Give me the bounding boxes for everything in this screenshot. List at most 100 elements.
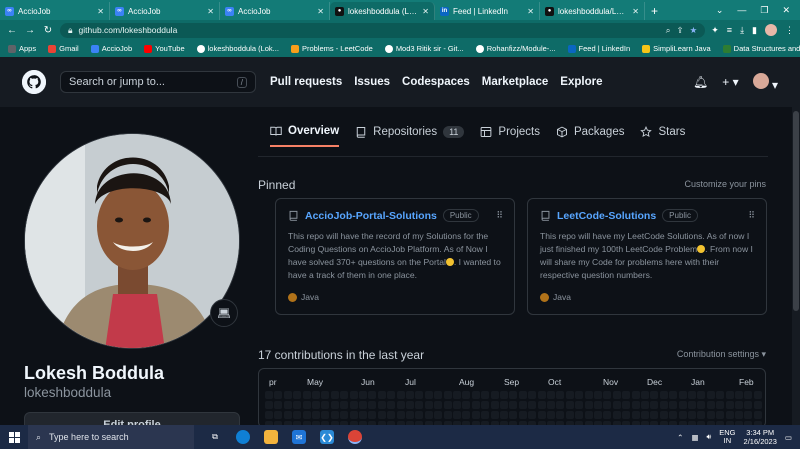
- contribution-day-cell[interactable]: [706, 391, 715, 399]
- contribution-day-cell[interactable]: [424, 401, 433, 409]
- contribution-day-cell[interactable]: [678, 411, 687, 419]
- contribution-day-cell[interactable]: [340, 411, 349, 419]
- contribution-day-cell[interactable]: [744, 391, 753, 399]
- contribution-day-cell[interactable]: [293, 391, 302, 399]
- contribution-day-cell[interactable]: [490, 411, 499, 419]
- contribution-day-cell[interactable]: [622, 391, 631, 399]
- contribution-day-cell[interactable]: [443, 391, 452, 399]
- contribution-day-cell[interactable]: [659, 401, 668, 409]
- repo-name-link[interactable]: LeetCode-Solutions: [557, 210, 656, 222]
- close-window-icon[interactable]: ✕: [782, 5, 790, 16]
- contribution-day-cell[interactable]: [744, 411, 753, 419]
- bookmark-item[interactable]: YouTube: [144, 44, 185, 53]
- contribution-day-cell[interactable]: [283, 391, 292, 399]
- contribution-day-cell[interactable]: [594, 411, 602, 419]
- contribution-day-cell[interactable]: [377, 411, 386, 419]
- contribution-day-cell[interactable]: [725, 391, 734, 399]
- contribution-day-cell[interactable]: [500, 391, 508, 399]
- contribution-day-cell[interactable]: [603, 401, 612, 409]
- forward-icon[interactable]: →: [24, 25, 36, 36]
- contribution-day-cell[interactable]: [415, 391, 424, 399]
- contribution-day-cell[interactable]: [688, 401, 696, 409]
- contribution-day-cell[interactable]: [565, 391, 574, 399]
- contribution-day-cell[interactable]: [377, 391, 386, 399]
- show-hidden-icons-icon[interactable]: ⌃: [677, 433, 683, 442]
- contribution-day-cell[interactable]: [490, 401, 499, 409]
- contribution-day-cell[interactable]: [659, 411, 668, 419]
- contribution-day-cell[interactable]: [396, 391, 405, 399]
- contribution-day-cell[interactable]: [359, 391, 367, 399]
- close-tab-icon[interactable]: ✕: [207, 7, 214, 16]
- contribution-day-cell[interactable]: [471, 411, 480, 419]
- nav-marketplace[interactable]: Marketplace: [482, 76, 548, 88]
- mail-icon[interactable]: ✉: [292, 430, 306, 444]
- nav-pull-requests[interactable]: Pull requests: [270, 76, 342, 88]
- contribution-day-cell[interactable]: [735, 401, 743, 409]
- bookmark-item[interactable]: AccioJob: [90, 44, 132, 53]
- contribution-day-cell[interactable]: [406, 411, 414, 419]
- windows-start-button[interactable]: [0, 425, 28, 449]
- contribution-day-cell[interactable]: [631, 401, 640, 409]
- taskbar-clock[interactable]: 3:34 PM 2/16/2023: [744, 428, 777, 446]
- drag-handle-icon[interactable]: ⠿: [748, 210, 755, 221]
- nav-explore[interactable]: Explore: [560, 76, 602, 88]
- minimize-icon[interactable]: —: [737, 5, 746, 15]
- bookmark-item[interactable]: Data Structures and...: [722, 44, 800, 53]
- contribution-day-cell[interactable]: [518, 401, 527, 409]
- contribution-day-cell[interactable]: [575, 401, 584, 409]
- contribution-day-cell[interactable]: [274, 401, 283, 409]
- contribution-day-cell[interactable]: [293, 411, 302, 419]
- contribution-day-cell[interactable]: [697, 391, 706, 399]
- task-view-icon[interactable]: ⧉: [208, 430, 222, 444]
- network-icon[interactable]: ▦: [691, 433, 698, 442]
- contribution-day-cell[interactable]: [312, 391, 320, 399]
- contribution-day-cell[interactable]: [265, 401, 273, 409]
- contribution-day-cell[interactable]: [612, 391, 621, 399]
- bookmark-item[interactable]: Rohanfizz/Module-...: [475, 44, 556, 53]
- browser-tab[interactable]: ∞ AccioJob ✕: [220, 2, 330, 20]
- contribution-day-cell[interactable]: [537, 411, 546, 419]
- scrollbar-thumb[interactable]: [793, 111, 799, 311]
- contribution-day-cell[interactable]: [594, 391, 602, 399]
- contribution-day-cell[interactable]: [406, 391, 414, 399]
- close-tab-icon[interactable]: ✕: [317, 7, 324, 16]
- contribution-day-cell[interactable]: [330, 391, 339, 399]
- contribution-settings-dropdown[interactable]: Contribution settings ▾: [677, 349, 766, 360]
- contribution-day-cell[interactable]: [706, 401, 715, 409]
- contribution-day-cell[interactable]: [659, 391, 668, 399]
- github-logo-icon[interactable]: [22, 70, 46, 94]
- nav-codespaces[interactable]: Codespaces: [402, 76, 470, 88]
- share-icon[interactable]: ⇪: [677, 25, 684, 36]
- media-icon[interactable]: ≡: [727, 25, 732, 35]
- create-new-dropdown[interactable]: + ▾: [722, 75, 738, 89]
- contribution-day-cell[interactable]: [565, 411, 574, 419]
- edit-profile-button[interactable]: Edit profile: [24, 412, 240, 425]
- contribution-day-cell[interactable]: [462, 401, 471, 409]
- contribution-day-cell[interactable]: [274, 391, 283, 399]
- contribution-day-cell[interactable]: [716, 391, 725, 399]
- contribution-day-cell[interactable]: [753, 391, 762, 399]
- tab-packages[interactable]: Packages: [556, 125, 624, 147]
- contribution-day-cell[interactable]: [697, 411, 706, 419]
- contribution-day-cell[interactable]: [688, 391, 696, 399]
- contribution-day-cell[interactable]: [584, 411, 593, 419]
- contribution-day-cell[interactable]: [612, 401, 621, 409]
- contribution-day-cell[interactable]: [584, 401, 593, 409]
- contribution-day-cell[interactable]: [434, 411, 443, 419]
- bookmark-item[interactable]: Mod3 Ritik sir - Git...: [384, 44, 464, 53]
- contribution-day-cell[interactable]: [688, 411, 696, 419]
- contribution-day-cell[interactable]: [415, 401, 424, 409]
- contribution-day-cell[interactable]: [377, 401, 386, 409]
- bookmark-item[interactable]: Gmail: [48, 44, 79, 53]
- contribution-day-cell[interactable]: [321, 401, 330, 409]
- contribution-day-cell[interactable]: [575, 391, 584, 399]
- contribution-day-cell[interactable]: [321, 411, 330, 419]
- browser-profile-avatar[interactable]: [765, 24, 777, 36]
- contribution-day-cell[interactable]: [368, 401, 377, 409]
- contribution-day-cell[interactable]: [518, 391, 527, 399]
- contribution-day-cell[interactable]: [265, 411, 273, 419]
- contribution-day-cell[interactable]: [753, 401, 762, 409]
- contribution-day-cell[interactable]: [340, 401, 349, 409]
- contribution-day-cell[interactable]: [641, 401, 649, 409]
- contribution-day-cell[interactable]: [716, 411, 725, 419]
